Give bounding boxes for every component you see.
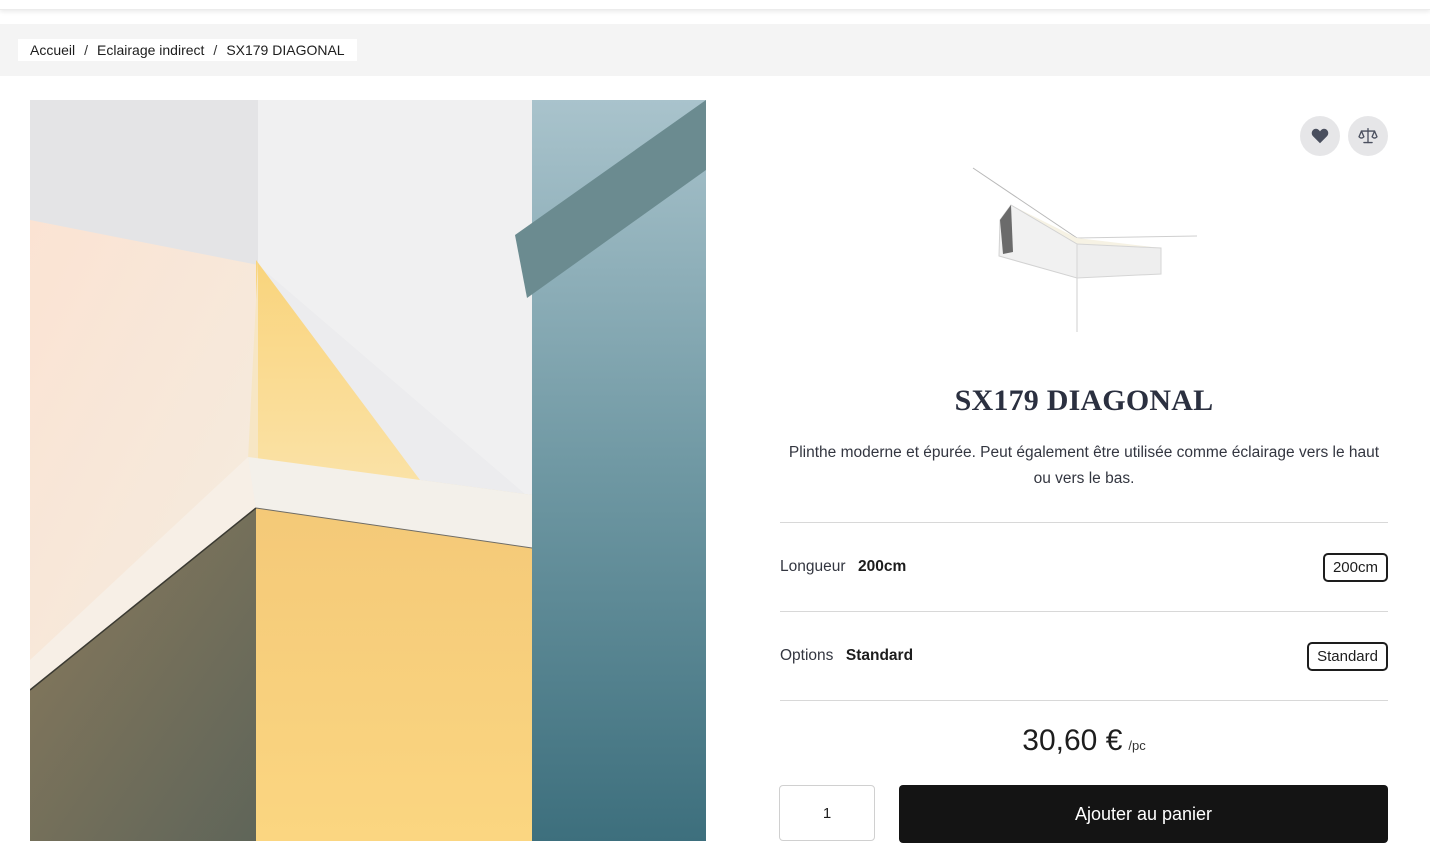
breadcrumb-separator: / (84, 42, 89, 58)
option-label-length: Longueur (780, 558, 846, 575)
breadcrumb-home[interactable]: Accueil (30, 42, 75, 58)
breadcrumb-current: SX179 DIAGONAL (226, 42, 345, 58)
top-navigation-bar (0, 0, 1430, 10)
compare-button[interactable] (1348, 116, 1388, 156)
product-thumbnail (965, 160, 1205, 335)
option-row-options: Options Standard Standard (780, 636, 1388, 676)
divider (780, 522, 1388, 523)
heart-icon (1311, 128, 1329, 144)
hero-illustration (30, 100, 706, 841)
add-to-cart-button[interactable]: Ajouter au panier (899, 785, 1388, 843)
option-label-group: Longueur 200cm (780, 558, 906, 576)
price-unit: /pc (1128, 738, 1146, 753)
product-hero-image[interactable] (30, 100, 706, 841)
breadcrumb-band: Accueil / Eclairage indirect / SX179 DIA… (0, 24, 1430, 76)
product-title: SX179 DIAGONAL (954, 384, 1214, 417)
cornice-illustration (972, 167, 1198, 332)
option-label-group: Options Standard (780, 647, 913, 665)
option-row-length: Longueur 200cm 200cm (780, 547, 1388, 587)
scale-icon (1358, 127, 1378, 144)
wishlist-button[interactable] (1300, 116, 1340, 156)
product-price: 30,60 € /pc (780, 724, 1388, 758)
option-selected-options: Standard (845, 647, 914, 664)
divider (780, 611, 1388, 612)
divider (780, 700, 1388, 701)
length-chip-200cm[interactable]: 200cm (1322, 552, 1388, 582)
option-label-options: Options (780, 647, 834, 664)
breadcrumb-separator: / (213, 42, 218, 58)
breadcrumb-category[interactable]: Eclairage indirect (97, 42, 204, 58)
option-selected-length: 200cm (857, 558, 907, 575)
product-description: Plinthe moderne et épurée. Peut égalemen… (788, 444, 1380, 487)
quantity-input[interactable] (779, 785, 875, 841)
options-chip-standard[interactable]: Standard (1307, 641, 1388, 671)
price-amount: 30,60 € (1022, 724, 1123, 757)
breadcrumb: Accueil / Eclairage indirect / SX179 DIA… (18, 39, 357, 61)
